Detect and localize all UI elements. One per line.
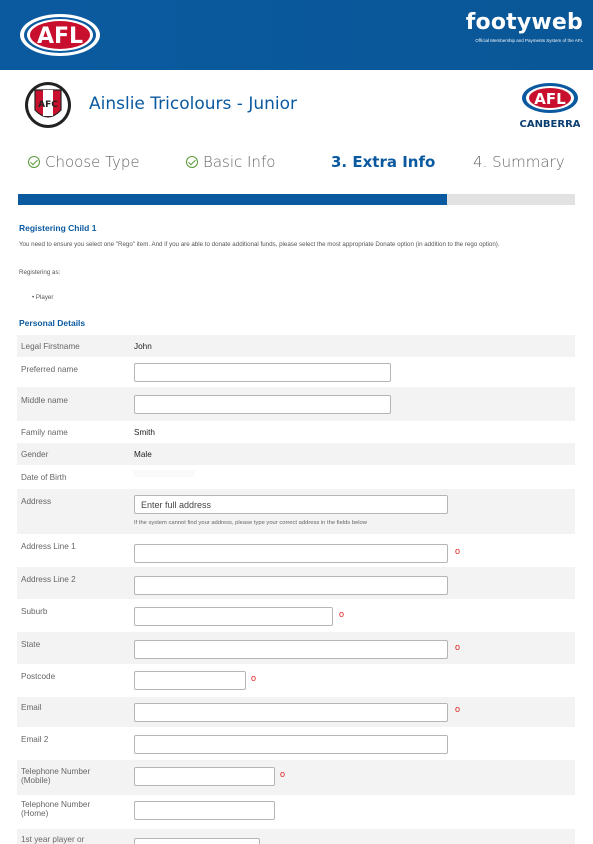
registering-instructions: You need to ensure you select one "Rego"… <box>19 241 500 248</box>
address-hint: If the system cannot find your address, … <box>134 520 367 526</box>
afl-canberra-logo: AFL CANBERRA <box>520 83 580 130</box>
telephone-mobile-label: Telephone Number (Mobile) <box>21 767 91 785</box>
postcode-input[interactable] <box>134 671 246 690</box>
address-line-1-input[interactable] <box>134 544 448 563</box>
row-family-name: Family name Smith <box>17 421 575 443</box>
suburb-label: Suburb <box>21 607 48 616</box>
dob-value-redacted <box>134 470 194 477</box>
row-first-year: 1st year player or <box>17 829 575 844</box>
row-telephone-mobile: Telephone Number (Mobile) o <box>17 760 575 795</box>
club-name: Ainslie Tricolours - Junior <box>89 94 298 114</box>
legal-firstname-label: Legal Firstname <box>21 342 80 351</box>
progress-bar-fill <box>18 194 447 205</box>
required-marker: o <box>251 673 257 683</box>
preferred-name-input[interactable] <box>134 363 391 382</box>
row-middle-name: Middle name <box>17 387 575 421</box>
required-marker: o <box>455 642 461 652</box>
row-address-line-1: Address Line 1 o <box>17 534 575 567</box>
afl-logo[interactable]: AFL <box>18 12 102 58</box>
telephone-home-input[interactable] <box>134 801 275 820</box>
row-postcode: Postcode o <box>17 664 575 697</box>
email-input[interactable] <box>134 703 448 722</box>
row-email: Email o <box>17 697 575 727</box>
required-marker: o <box>455 546 461 556</box>
footyweb-tagline: Official Membership and Payments System … <box>475 38 583 43</box>
svg-text:CANBERRA: CANBERRA <box>520 119 580 130</box>
step-summary: 4. Summary <box>473 153 565 171</box>
address-label: Address <box>21 497 52 506</box>
row-legal-firstname: Legal Firstname John <box>17 335 575 357</box>
progress-bar <box>18 194 575 205</box>
email-2-label: Email 2 <box>21 735 49 744</box>
row-suburb: Suburb o <box>17 599 575 632</box>
gender-label: Gender <box>21 450 49 459</box>
legal-firstname-value: John <box>134 342 152 351</box>
row-state: State o <box>17 632 575 664</box>
row-telephone-home: Telephone Number (Home) <box>17 795 575 829</box>
footyweb-logo-text: footyweb <box>465 10 583 35</box>
state-input[interactable] <box>134 640 448 659</box>
postcode-label: Postcode <box>21 672 56 681</box>
svg-text:AFL: AFL <box>534 90 566 108</box>
step-choose-type[interactable]: Choose Type <box>28 153 140 171</box>
step-indicator: Choose Type Basic Info 3. Extra Info 4. … <box>0 153 593 177</box>
footyweb-brand[interactable]: footyweb Official Membership and Payment… <box>466 10 583 43</box>
check-circle-icon <box>186 156 198 168</box>
row-address-line-2: Address Line 2 <box>17 567 575 599</box>
telephone-home-label: Telephone Number (Home) <box>21 800 91 818</box>
gender-value: Male <box>134 450 152 459</box>
telephone-mobile-input[interactable] <box>134 767 275 786</box>
role-item: • Player <box>32 294 54 301</box>
top-header-bar: AFL footyweb Official Membership and Pay… <box>0 0 593 70</box>
personal-details-heading: Personal Details <box>19 318 86 328</box>
row-address: Address If the system cannot find your a… <box>17 489 575 534</box>
row-preferred-name: Preferred name <box>17 357 575 387</box>
email-label: Email <box>21 703 42 712</box>
family-name-value: Smith <box>134 428 155 437</box>
step-basic-info[interactable]: Basic Info <box>186 153 275 171</box>
required-marker: o <box>280 769 286 779</box>
club-crest-icon: AFC <box>25 82 71 128</box>
step-extra-info: 3. Extra Info <box>331 153 436 171</box>
required-marker: o <box>455 704 461 714</box>
first-year-input[interactable] <box>134 838 260 844</box>
state-label: State <box>21 640 41 649</box>
row-email-2: Email 2 <box>17 727 575 760</box>
suburb-input[interactable] <box>134 607 333 626</box>
row-date-of-birth: Date of Birth <box>17 465 575 489</box>
first-year-label: 1st year player or <box>21 835 85 844</box>
registering-heading: Registering Child 1 <box>19 223 97 233</box>
middle-name-input[interactable] <box>134 395 391 414</box>
svg-text:AFC: AFC <box>38 100 58 110</box>
address-search-input[interactable] <box>134 495 448 514</box>
family-name-label: Family name <box>21 428 68 437</box>
svg-text:AFL: AFL <box>37 24 83 49</box>
email-2-input[interactable] <box>134 735 448 754</box>
required-marker: o <box>339 609 345 619</box>
address-line-2-label: Address Line 2 <box>21 575 76 584</box>
address-line-2-input[interactable] <box>134 576 448 595</box>
check-circle-icon <box>28 156 40 168</box>
row-gender: Gender Male <box>17 443 575 465</box>
dob-label: Date of Birth <box>21 473 67 482</box>
middle-name-label: Middle name <box>21 396 68 405</box>
preferred-name-label: Preferred name <box>21 365 78 374</box>
address-line-1-label: Address Line 1 <box>21 542 76 551</box>
registering-as-label: Registering as: <box>19 269 61 276</box>
